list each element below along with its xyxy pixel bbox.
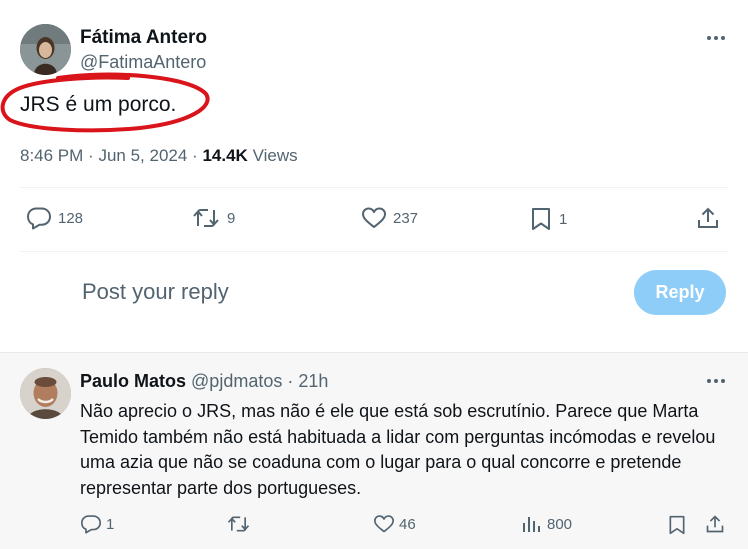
like-icon xyxy=(373,514,395,534)
author-name[interactable]: Paulo Matos xyxy=(80,371,186,391)
divider xyxy=(20,251,728,252)
bookmark-action[interactable] xyxy=(667,514,687,536)
like-action[interactable]: 46 xyxy=(373,514,416,534)
reply-button[interactable]: Reply xyxy=(634,270,726,315)
share-icon xyxy=(696,206,720,230)
views-count: 800 xyxy=(547,515,573,533)
views-label: Views xyxy=(252,146,298,165)
views-action[interactable]: 800 xyxy=(521,514,572,534)
reply-icon xyxy=(26,206,52,230)
repost-count: 9 xyxy=(227,209,236,227)
author-handle[interactable]: @FatimaAntero xyxy=(80,52,206,73)
reply-action[interactable]: 128 xyxy=(26,206,83,230)
views-count: 14.4K xyxy=(202,146,248,165)
repost-action[interactable]: 9 xyxy=(191,206,235,230)
views-icon xyxy=(521,514,541,534)
reply-text: Não aprecio o JRS, mas não é ele que est… xyxy=(80,401,716,498)
tweet-time[interactable]: 8:46 PM xyxy=(20,146,83,165)
author-name[interactable]: Fátima Antero xyxy=(80,27,207,49)
repost-icon xyxy=(226,514,251,534)
tweet-text: JRS é um porco. xyxy=(20,93,177,116)
main-tweet: Fátima Antero @FatimaAntero JRS é um por… xyxy=(0,0,748,352)
reply-icon xyxy=(80,514,102,534)
reply-input[interactable]: Post your reply xyxy=(82,279,229,305)
bookmark-count: 1 xyxy=(559,210,568,228)
bookmark-icon xyxy=(667,514,687,536)
reply-time[interactable]: 21h xyxy=(298,371,328,391)
repost-action[interactable] xyxy=(226,514,251,534)
tweet-date[interactable]: Jun 5, 2024 xyxy=(98,146,187,165)
bookmark-action[interactable]: 1 xyxy=(529,206,567,232)
like-action[interactable]: 237 xyxy=(361,206,418,230)
avatar[interactable] xyxy=(20,24,71,75)
author-handle[interactable]: @pjdmatos xyxy=(191,371,282,391)
tweet-meta: 8:46 PM · Jun 5, 2024 · 14.4K Views xyxy=(20,146,298,166)
header-separator: · xyxy=(287,371,294,391)
bookmark-icon xyxy=(529,206,553,232)
repost-icon xyxy=(191,206,221,230)
divider xyxy=(20,187,728,188)
like-count: 46 xyxy=(399,515,416,533)
reply-count: 1 xyxy=(106,515,115,533)
like-icon xyxy=(361,206,387,230)
meta-separator: · xyxy=(192,146,198,165)
share-icon xyxy=(705,514,725,534)
like-count: 237 xyxy=(393,209,419,227)
avatar[interactable] xyxy=(20,368,71,419)
reply-action[interactable]: 1 xyxy=(80,514,114,534)
share-button[interactable] xyxy=(696,206,720,230)
reply-tweet[interactable]: Paulo Matos @pjdmatos · 21h Não aprecio … xyxy=(0,352,748,549)
share-button[interactable] xyxy=(705,514,725,534)
more-icon[interactable] xyxy=(704,373,728,389)
reply-count: 128 xyxy=(58,209,84,227)
more-icon[interactable] xyxy=(704,30,728,46)
meta-separator: · xyxy=(88,146,94,165)
reply-header: Paulo Matos @pjdmatos · 21h xyxy=(80,371,328,392)
